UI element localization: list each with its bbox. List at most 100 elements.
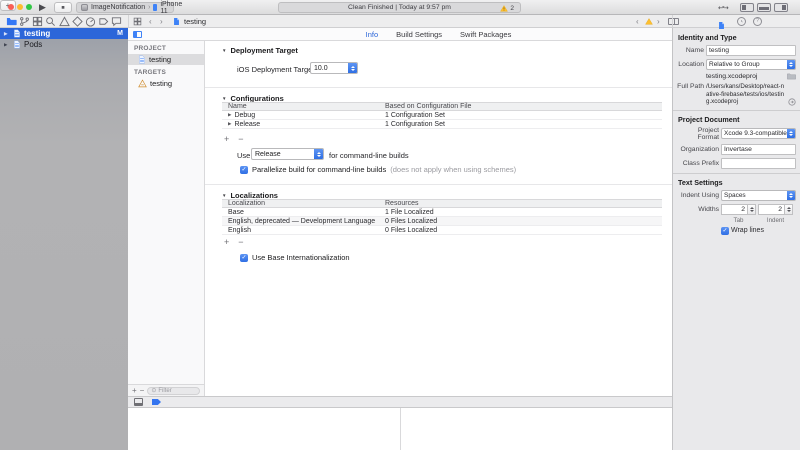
wrap-lines-row: ✓ Wrap lines (677, 227, 796, 235)
tab-overview-button[interactable] (133, 15, 142, 27)
table-row[interactable]: Base 1 File Localized (222, 208, 662, 217)
sidebar-target-label: testing (150, 79, 172, 88)
remove-button[interactable]: − (238, 237, 243, 247)
symbol-navigator-tab[interactable] (32, 16, 43, 27)
tab-build-settings[interactable]: Build Settings (396, 30, 442, 39)
name-field[interactable]: testing (706, 45, 796, 56)
sidebar-target-testing[interactable]: testing (128, 78, 204, 89)
jump-forward-button[interactable]: › (657, 15, 660, 27)
indent-width-stepper[interactable]: 2 (758, 204, 793, 215)
breakpoint-navigator-tab[interactable] (98, 16, 109, 27)
navigator-item-pods[interactable]: ▶ Pods (0, 39, 128, 50)
test-navigator-tab[interactable] (72, 16, 83, 27)
column-resources: Resources (385, 200, 662, 207)
config-name: Release (234, 121, 260, 128)
debug-navigator-tab[interactable] (85, 16, 96, 27)
table-row[interactable]: English 0 Files Localized (222, 226, 662, 235)
disclosure-open-icon[interactable]: ▼ (222, 48, 226, 53)
folder-open-icon[interactable] (787, 73, 796, 80)
tab-bar-row: ‹ › testing ‹ › ? (0, 15, 800, 28)
base-internationalization-checkbox[interactable]: ✓ (240, 254, 248, 262)
toggle-debug-area-button[interactable] (757, 3, 771, 12)
go-back-button[interactable]: ‹ (149, 15, 152, 27)
tab-width-stepper[interactable]: 2 (721, 204, 756, 215)
build-status-text: Clean Finished | Today at 9:57 pm (348, 4, 451, 11)
sidebar-fill-icon (134, 32, 137, 37)
tab-info[interactable]: Info (366, 30, 379, 39)
table-row[interactable]: English, deprecated — Development Langua… (222, 217, 662, 226)
remove-button[interactable]: − (238, 134, 243, 144)
jump-back-button[interactable]: ‹ (636, 15, 639, 27)
disclosure-icon[interactable]: ▶ (228, 121, 231, 127)
find-navigator-tab[interactable] (45, 16, 56, 27)
run-button[interactable]: ▶ (39, 0, 46, 14)
indent-using-popup[interactable]: Spaces (721, 190, 796, 201)
popup-arrows-icon (348, 63, 357, 73)
add-button[interactable]: + (224, 237, 229, 247)
source-control-navigator-tab[interactable] (19, 16, 30, 27)
quick-help-inspector-tab[interactable]: ? (753, 17, 762, 26)
add-button[interactable]: + (132, 386, 137, 395)
file-inspector-tab[interactable] (718, 17, 725, 35)
sidebar-project-testing[interactable]: testing (128, 54, 204, 65)
ios-deployment-target-popup[interactable]: 10.0 (310, 62, 358, 74)
report-navigator-tab[interactable] (111, 16, 122, 27)
filter-input[interactable]: ⊙ Filter (147, 387, 200, 395)
stop-button[interactable]: ■ (54, 2, 72, 13)
breakpoints-toggle-button[interactable] (152, 399, 161, 405)
project-file-icon (173, 15, 180, 27)
tab-swift-packages[interactable]: Swift Packages (460, 30, 511, 39)
class-prefix-field[interactable] (721, 158, 796, 169)
xcode-window: ▶ ■ ImageNotification › iPhone 11 Clean … (0, 0, 800, 450)
parallelize-checkbox[interactable]: ✓ (240, 166, 248, 174)
command-line-config-popup[interactable]: Release (251, 148, 324, 160)
xcodeproj-icon (13, 40, 21, 49)
history-inspector-tab[interactable] (737, 17, 746, 26)
symbol-grid-icon (32, 16, 43, 27)
navigator-item-testing[interactable]: ▶ testing M (0, 28, 128, 39)
location-popup[interactable]: Relative to Group (706, 59, 796, 70)
disclosure-open-icon[interactable]: ▼ (222, 193, 226, 198)
scheme-app-icon (81, 4, 88, 11)
deployment-target-section-header[interactable]: ▼ Deployment Target (222, 46, 298, 55)
zoom-window-button[interactable] (26, 4, 32, 10)
disclosure-open-icon[interactable]: ▼ (222, 96, 226, 101)
column-name: Name (222, 103, 385, 110)
file-name-value: testing.xcodeproj (706, 73, 785, 80)
project-editor: Info Build Settings Swift Packages PROJE… (128, 28, 672, 450)
breakpoint-tag-icon (98, 16, 109, 27)
issue-navigator-tab[interactable] (59, 16, 70, 27)
navigator-tab-strip (0, 15, 128, 27)
remove-button[interactable]: − (140, 386, 145, 395)
organization-field[interactable]: Invertase (721, 144, 796, 155)
debug-area-split-handle[interactable] (400, 408, 401, 450)
toggle-inspectors-button[interactable] (774, 3, 788, 12)
scheme-selector[interactable]: ImageNotification › iPhone 11 (76, 2, 174, 13)
add-editor-button[interactable] (668, 18, 679, 25)
project-navigator-tab[interactable] (6, 16, 17, 27)
warning-badge[interactable]: 2 (500, 5, 514, 12)
parallelize-build-row: ✓ Parallelize build for command-line bui… (240, 165, 516, 174)
go-forward-button[interactable]: › (160, 15, 163, 27)
add-button[interactable]: + (224, 134, 229, 144)
toggle-navigator-button[interactable] (740, 3, 754, 12)
code-review-button[interactable]: ↩↪ (718, 3, 728, 15)
close-window-button[interactable] (8, 4, 14, 10)
localization-name: Base (222, 209, 385, 216)
table-row[interactable]: ▶Release 1 Configuration Set (222, 120, 662, 129)
report-bubble-icon (111, 16, 122, 27)
activity-status: Clean Finished | Today at 9:57 pm 2 (278, 2, 521, 13)
issue-warning-icon[interactable] (645, 15, 653, 27)
project-format-popup[interactable]: Xcode 9.3-compatible (721, 128, 796, 139)
editor-tab-title[interactable]: testing (184, 15, 206, 27)
table-row[interactable]: ▶Debug 1 Configuration Set (222, 111, 662, 120)
disclosure-icon[interactable]: ▶ (4, 42, 10, 48)
disclosure-icon[interactable]: ▶ (228, 112, 231, 118)
wrap-lines-checkbox[interactable]: ✓ (721, 227, 729, 235)
minimize-window-button[interactable] (17, 4, 23, 10)
identity-and-type-header: Identity and Type (678, 33, 796, 42)
reveal-arrow-icon[interactable] (788, 98, 796, 106)
hide-debug-area-button[interactable] (134, 398, 143, 406)
toggle-project-sidebar-button[interactable] (133, 31, 142, 38)
disclosure-icon[interactable]: ▶ (4, 31, 10, 37)
